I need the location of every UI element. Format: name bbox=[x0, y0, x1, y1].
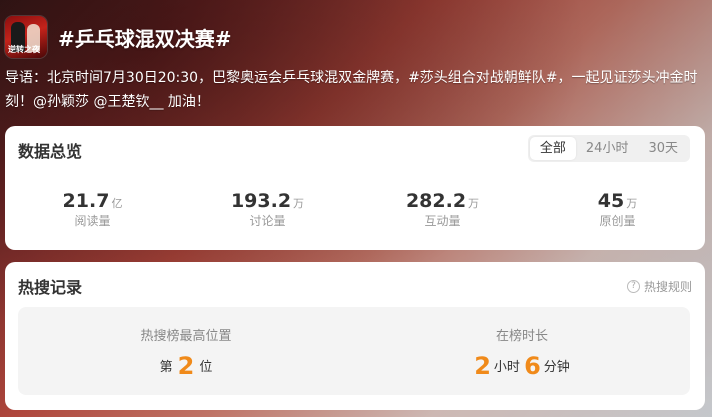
minutes-unit: 分钟 bbox=[543, 360, 570, 375]
tab-30d[interactable]: 30天 bbox=[638, 137, 688, 160]
hot-search-record-panel: 热搜榜最高位置 第2位 在榜时长 2 小时 6 分钟 bbox=[18, 307, 690, 395]
duration-label: 在榜时长 bbox=[495, 329, 548, 344]
topic-header: 逆转之夜 #乒乓球混双决赛# bbox=[5, 14, 705, 60]
peak-prefix: 第 bbox=[159, 360, 173, 375]
stat-label: 原创量 bbox=[599, 214, 636, 228]
peak-position-label: 热搜榜最高位置 bbox=[140, 329, 232, 344]
duration-value-row: 2 小时 6 分钟 bbox=[354, 352, 690, 380]
peak-position: 热搜榜最高位置 第2位 bbox=[18, 307, 354, 395]
stat-value: 282.2 bbox=[405, 190, 467, 212]
tab-24h[interactable]: 24小时 bbox=[576, 137, 639, 160]
duration-minutes: 6 bbox=[524, 352, 541, 380]
time-range-tabs: 全部 24小时 30天 bbox=[527, 135, 690, 162]
topic-title: #乒乓球混双决赛# bbox=[58, 26, 232, 51]
data-overview-title: 数据总览 bbox=[18, 142, 83, 161]
stat-unit: 万 bbox=[293, 197, 305, 210]
stat-label: 阅读量 bbox=[74, 214, 111, 228]
stat-unit: 万 bbox=[626, 197, 638, 210]
peak-position-value-row: 第2位 bbox=[18, 352, 354, 380]
stat-originals: 45 万 原创量 bbox=[530, 190, 705, 229]
hot-search-card: 热搜记录 ? 热搜规则 热搜榜最高位置 第2位 在榜时长 2 小时 6 分钟 bbox=[5, 262, 705, 410]
stat-label: 讨论量 bbox=[249, 214, 286, 228]
peak-value: 2 bbox=[177, 352, 195, 380]
stat-value: 45 bbox=[597, 190, 625, 212]
stat-discussions: 193.2 万 讨论量 bbox=[180, 190, 355, 229]
tab-all[interactable]: 全部 bbox=[529, 137, 576, 160]
stat-value: 21.7 bbox=[62, 190, 110, 212]
question-circle-icon: ? bbox=[626, 280, 640, 293]
stat-unit: 万 bbox=[468, 197, 480, 210]
stat-label: 互动量 bbox=[424, 214, 461, 228]
peak-suffix: 位 bbox=[199, 360, 213, 375]
topic-avatar[interactable]: 逆转之夜 bbox=[5, 16, 47, 58]
hot-search-title: 热搜记录 bbox=[18, 278, 83, 297]
stat-value: 193.2 bbox=[230, 190, 292, 212]
hours-unit: 小时 bbox=[493, 360, 520, 375]
stat-unit: 亿 bbox=[111, 197, 123, 210]
duration-on-list: 在榜时长 2 小时 6 分钟 bbox=[354, 307, 690, 395]
topic-guide-text: 导语：北京时间7月30日20:30，巴黎奥运会乒乓球混双金牌赛，#莎头组合对战朝… bbox=[5, 70, 698, 110]
rules-label: 热搜规则 bbox=[643, 280, 692, 294]
stats-row: 21.7 亿 阅读量 193.2 万 讨论量 282.2 万 互动量 45 万 原创量 bbox=[5, 190, 705, 229]
data-overview-card: 数据总览 全部 24小时 30天 21.7 亿 阅读量 193.2 万 讨论量 28… bbox=[5, 126, 705, 250]
stat-reads: 21.7 亿 阅读量 bbox=[5, 190, 180, 229]
avatar-text: 逆转之夜 bbox=[8, 45, 40, 54]
hot-search-rules-link[interactable]: ? 热搜规则 bbox=[626, 278, 692, 295]
duration-hours: 2 bbox=[474, 352, 491, 380]
stat-interactions: 282.2 万 互动量 bbox=[355, 190, 530, 229]
